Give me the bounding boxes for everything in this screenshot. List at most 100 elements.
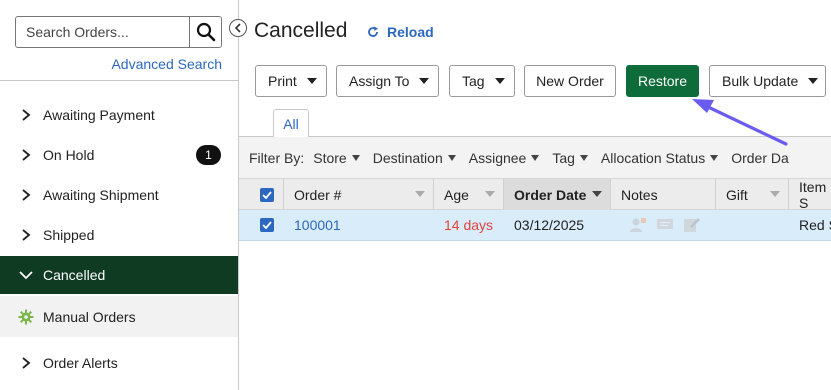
- print-label: Print: [268, 73, 297, 89]
- column-label: Order Date: [514, 186, 587, 203]
- sidebar-item-label: Cancelled: [43, 267, 106, 283]
- sidebar-divider: [0, 80, 238, 81]
- caret-down-icon: [579, 154, 588, 161]
- chevron-right-icon: [18, 355, 34, 371]
- assign-to-button[interactable]: Assign To: [336, 65, 439, 97]
- check-icon: [262, 190, 272, 199]
- caret-down-icon: [808, 78, 819, 84]
- column-label: Age: [444, 186, 469, 203]
- caret-down-icon: [531, 154, 540, 161]
- sidebar-item-awaiting-shipment[interactable]: Awaiting Shipment: [0, 176, 238, 214]
- main-content: Cancelled Reload Print Assign To Tag New…: [239, 0, 831, 390]
- chevron-right-icon: [18, 107, 34, 123]
- caret-down-icon: [494, 78, 505, 84]
- sidebar-item-label: Awaiting Payment: [43, 107, 155, 123]
- tab-all[interactable]: All: [273, 109, 309, 137]
- sort-icon: [485, 191, 495, 197]
- column-item-sku[interactable]: Item S: [789, 178, 831, 211]
- sidebar-item-shipped[interactable]: Shipped: [0, 216, 238, 254]
- column-notes[interactable]: Notes: [611, 179, 716, 210]
- filter-tag[interactable]: Tag: [552, 150, 588, 166]
- edit-note-icon[interactable]: [683, 217, 701, 233]
- filter-item-label: Allocation Status: [600, 149, 706, 166]
- caret-down-icon: [351, 154, 360, 161]
- search-button[interactable]: [189, 17, 221, 47]
- select-all-checkbox[interactable]: [260, 187, 274, 202]
- sidebar-item-on-hold[interactable]: On Hold 1: [0, 136, 238, 174]
- age-cell: 14 days: [444, 217, 494, 233]
- assign-to-label: Assign To: [349, 73, 410, 89]
- page-title: Cancelled: [254, 19, 348, 42]
- filter-item-label: Store: [313, 149, 347, 166]
- sidebar-item-order-alerts[interactable]: Order Alerts: [0, 344, 238, 382]
- filter-allocation-status[interactable]: Allocation Status: [600, 149, 719, 166]
- filter-destination[interactable]: Destination: [373, 150, 456, 166]
- filter-item-label: Tag: [552, 149, 575, 166]
- column-order-date[interactable]: Order Date: [504, 179, 611, 210]
- sidebar-item-manual-orders[interactable]: Manual Orders: [0, 296, 238, 337]
- item-sku-cell: Red S: [799, 217, 831, 233]
- check-icon: [262, 221, 272, 229]
- search-input[interactable]: [16, 17, 189, 47]
- reload-label: Reload: [387, 24, 434, 40]
- sidebar-item-cancelled[interactable]: Cancelled: [0, 256, 238, 294]
- search-box: [15, 16, 222, 48]
- sidebar-item-label: Manual Orders: [43, 308, 136, 325]
- column-label: Gift: [726, 186, 748, 203]
- reload-button[interactable]: Reload: [367, 24, 434, 40]
- restore-button[interactable]: Restore: [626, 65, 699, 97]
- bulk-update-label: Bulk Update: [722, 73, 799, 89]
- filter-item-label: Order Da: [731, 149, 789, 166]
- column-gift[interactable]: Gift: [716, 179, 789, 210]
- message-icon[interactable]: [656, 218, 674, 232]
- select-all-cell: [239, 179, 284, 210]
- filter-item-label: Destination: [372, 149, 443, 166]
- sidebar-item-awaiting-payment[interactable]: Awaiting Payment: [0, 96, 238, 134]
- filter-order-date[interactable]: Order Da: [731, 150, 789, 166]
- sidebar: Advanced Search Awaiting Payment On Hold…: [0, 0, 239, 390]
- chevron-left-icon: [234, 23, 241, 33]
- sidebar-item-label: Shipped: [43, 227, 95, 243]
- restore-label: Restore: [637, 73, 688, 89]
- count-badge: 1: [196, 145, 221, 165]
- column-label: Item S: [799, 178, 827, 211]
- tag-button[interactable]: Tag: [449, 65, 515, 97]
- table-row[interactable]: 100001 14 days 03/12/2025 Red: [239, 210, 831, 241]
- caret-down-icon: [710, 154, 719, 161]
- caret-down-icon: [306, 78, 317, 84]
- internal-note-icon[interactable]: [629, 217, 647, 233]
- search-icon: [196, 22, 215, 42]
- gift-cell: [716, 210, 789, 240]
- order-number-link[interactable]: 100001: [284, 210, 434, 240]
- caret-down-icon: [447, 154, 456, 161]
- column-order-number[interactable]: Order #: [284, 179, 434, 210]
- row-select-cell: [239, 210, 284, 240]
- notes-cell: [611, 210, 716, 240]
- column-label: Order #: [294, 186, 342, 203]
- collapse-sidebar-button[interactable]: [229, 19, 247, 37]
- chevron-right-icon: [18, 187, 34, 203]
- new-order-label: New Order: [536, 73, 604, 89]
- advanced-search-link[interactable]: Advanced Search: [111, 56, 222, 72]
- filter-assignee[interactable]: Assignee: [469, 150, 540, 166]
- tag-label: Tag: [462, 73, 485, 89]
- print-button[interactable]: Print: [255, 65, 327, 97]
- filter-label: Filter By:: [249, 149, 305, 166]
- chevron-down-icon: [18, 267, 34, 283]
- caret-down-icon: [419, 78, 430, 84]
- sort-icon: [770, 191, 780, 197]
- column-age[interactable]: Age: [434, 179, 504, 210]
- sort-icon: [592, 191, 602, 197]
- sidebar-item-label: On Hold: [43, 147, 95, 163]
- filter-item-label: Assignee: [468, 149, 527, 166]
- filter-bar: Filter By: Store Destination Assignee Ta…: [239, 137, 831, 178]
- chevron-right-icon: [18, 227, 34, 243]
- bulk-update-button[interactable]: Bulk Update: [709, 65, 826, 97]
- grid-header: Order # Age Order Date Notes Gift Item S: [239, 178, 831, 211]
- sidebar-item-label: Order Alerts: [43, 355, 118, 371]
- column-label: Notes: [621, 186, 658, 203]
- refresh-icon: [368, 26, 378, 37]
- filter-store[interactable]: Store: [313, 149, 360, 166]
- new-order-button[interactable]: New Order: [524, 65, 616, 97]
- row-checkbox[interactable]: [260, 218, 274, 232]
